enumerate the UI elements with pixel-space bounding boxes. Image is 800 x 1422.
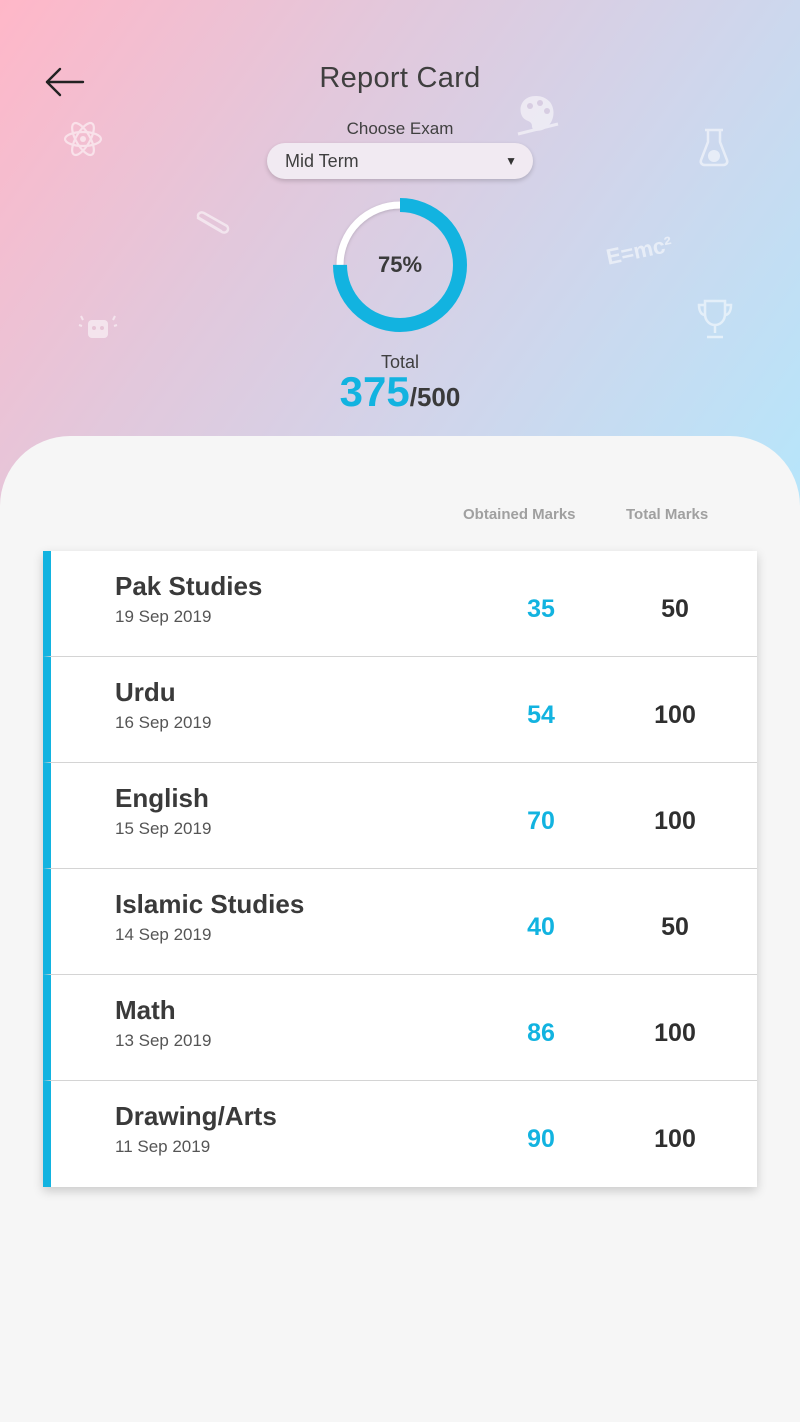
obtained-marks: 90 bbox=[527, 1125, 555, 1153]
exam-date: 13 Sep 2019 bbox=[115, 1031, 212, 1050]
exam-select[interactable]: Mid Term ▼ bbox=[267, 143, 533, 179]
obtained-marks: 35 bbox=[527, 595, 555, 623]
total-marks: 100 bbox=[654, 701, 696, 729]
exam-date: 14 Sep 2019 bbox=[115, 925, 212, 944]
robot-icon bbox=[78, 315, 118, 338]
caret-down-icon: ▼ bbox=[505, 154, 517, 168]
page-title: Report Card bbox=[319, 62, 481, 94]
total-marks: 50 bbox=[661, 913, 689, 941]
subject-name: Drawing/Arts bbox=[115, 1101, 277, 1131]
trophy-icon bbox=[697, 299, 733, 339]
total-marks: 100 bbox=[654, 1019, 696, 1047]
total-max: /500 bbox=[409, 382, 461, 412]
subject-name: Pak Studies bbox=[115, 571, 263, 601]
obtained-marks: 70 bbox=[527, 807, 555, 835]
obtained-marks-header: Obtained Marks bbox=[463, 506, 576, 523]
table-row[interactable]: Islamic Studies 14 Sep 2019 40 50 bbox=[43, 869, 757, 975]
percentage-donut: 75% bbox=[330, 195, 470, 335]
total-marks: 100 bbox=[654, 1125, 696, 1153]
percentage-label: 75% bbox=[377, 252, 423, 277]
total-obtained: 375 bbox=[339, 368, 410, 415]
subject-name: Islamic Studies bbox=[115, 889, 305, 919]
exam-date: 11 Sep 2019 bbox=[115, 1137, 211, 1156]
exam-date: 15 Sep 2019 bbox=[115, 819, 212, 838]
subject-name: Math bbox=[115, 995, 176, 1025]
total-marks: 50 bbox=[661, 595, 689, 623]
choose-exam-label: Choose Exam bbox=[346, 119, 454, 138]
obtained-marks: 54 bbox=[527, 701, 555, 729]
table-row[interactable]: Math 13 Sep 2019 86 100 bbox=[43, 975, 757, 1081]
total-marks: 100 bbox=[654, 807, 696, 835]
subject-name: English bbox=[115, 783, 209, 813]
total-marks-header: Total Marks bbox=[626, 506, 709, 523]
table-row[interactable]: English 15 Sep 2019 70 100 bbox=[43, 763, 757, 869]
obtained-marks: 40 bbox=[527, 913, 555, 941]
marks-table: Pak Studies 19 Sep 2019 35 50 Urdu 16 Se… bbox=[43, 551, 757, 1187]
table-row[interactable]: Pak Studies 19 Sep 2019 35 50 bbox=[43, 551, 757, 657]
formula-icon: E=mc² bbox=[604, 231, 675, 270]
paperclip-icon bbox=[196, 211, 230, 234]
exam-date: 16 Sep 2019 bbox=[115, 713, 212, 732]
table-row[interactable]: Urdu 16 Sep 2019 54 100 bbox=[43, 657, 757, 763]
subject-name: Urdu bbox=[115, 677, 176, 707]
exam-select-value: Mid Term bbox=[285, 150, 359, 171]
exam-date: 19 Sep 2019 bbox=[115, 607, 212, 626]
obtained-marks: 86 bbox=[527, 1019, 555, 1047]
total-score: 375/500 bbox=[0, 368, 800, 416]
table-row[interactable]: Drawing/Arts 11 Sep 2019 90 100 bbox=[43, 1081, 757, 1187]
